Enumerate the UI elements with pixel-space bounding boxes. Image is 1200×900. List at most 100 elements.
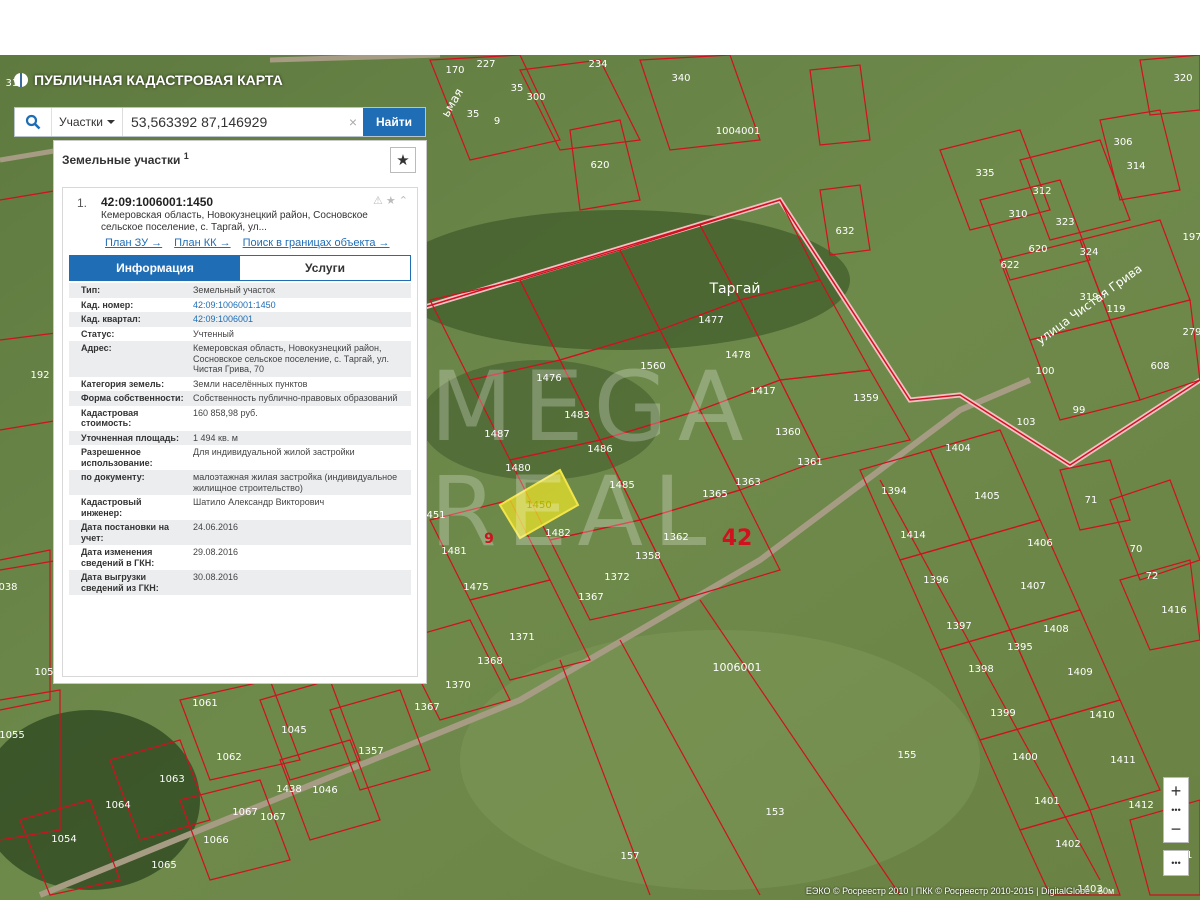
more-button[interactable]: ••• [1163, 850, 1189, 876]
parcel-label: 1405 [974, 491, 999, 502]
parcel-label: 1359 [853, 393, 878, 404]
attribute-row: по документу: малоэтажная жилая застройка… [69, 470, 411, 495]
search-input[interactable] [123, 108, 343, 136]
parcel-label: 9 [494, 116, 500, 127]
attribute-key: Дата постановки на учет: [69, 520, 189, 545]
map-attribution: ЕЭКО © Росреестр 2010 | ПКК © Росреестр … [805, 886, 1090, 896]
star-icon[interactable]: ★ [390, 147, 416, 173]
card-links: План ЗУ → План КК → Поиск в границах объ… [105, 237, 390, 249]
tab-services[interactable]: Услуги [240, 256, 410, 280]
parcel-label: 1063 [159, 774, 184, 785]
parcel-label: 608 [1150, 361, 1169, 372]
parcel-label: 1407 [1020, 581, 1045, 592]
search-icon[interactable] [15, 108, 52, 136]
parcel-label: 1487 [484, 429, 509, 440]
attribute-key: Категория земель: [81, 378, 165, 389]
zoom-out-button[interactable]: − [1164, 816, 1188, 842]
attribute-row: Кадастровая стоимость: 160 858,98 руб. [69, 406, 411, 431]
card-tool-icons[interactable]: ⚠★⌃ [373, 194, 411, 207]
parcel-label: 1485 [609, 480, 634, 491]
parcel-label: 1395 [1007, 642, 1032, 653]
parcel-label: 622 [1000, 260, 1019, 271]
panel-header: Земельные участки 1 ★ [54, 141, 426, 185]
parcel-address: Кемеровская область, Новокузнецкий район… [101, 210, 368, 233]
block-number: 42 [722, 526, 753, 551]
parcel-label: 632 [835, 226, 854, 237]
parcel-label: 35 [511, 83, 524, 94]
parcel-label: 1367 [414, 702, 439, 713]
parcel-label: 99 [1073, 405, 1086, 416]
parcel-label: 1409 [1067, 667, 1092, 678]
attribute-value: 24.06.2016 [189, 520, 411, 545]
attribute-key: Разрешенное использование: [81, 447, 153, 468]
attribute-row: Кад. номер: 42:09:1006001:1450 [69, 298, 411, 313]
parcel-label: 451 [426, 510, 445, 521]
attribute-value: Собственность публично-правовых образова… [189, 391, 411, 406]
parcel-label: 119 [1106, 304, 1125, 315]
app-title: ПУБЛИЧНАЯ КАДАСТРОВАЯ КАРТА [34, 72, 283, 88]
parcel-label: 1394 [881, 486, 906, 497]
attribute-row: Дата выгрузки сведений из ГКН: 30.08.2016 [69, 570, 411, 595]
parcel-label: 1482 [545, 528, 570, 539]
results-panel: Земельные участки 1 ★ 1. 42:09:1006001:1… [53, 140, 427, 684]
parcel-label: 620 [1028, 244, 1047, 255]
parcel-label: 155 [897, 750, 916, 761]
parcel-label: 340 [671, 73, 690, 84]
parcel-label: 157 [620, 851, 639, 862]
attribute-value[interactable]: 42:09:1006001 [189, 312, 411, 327]
parcel-label: 153 [765, 807, 784, 818]
parcel-label: 170 [445, 65, 464, 76]
attribute-row: Кадастровый инженер: Шатило Александр Вик… [69, 495, 411, 520]
cadastral-number[interactable]: 42:09:1006001:1450 [101, 195, 213, 209]
search-bar: Участки × Найти [14, 107, 426, 137]
parcel-label: 1477 [698, 315, 723, 326]
zoom-level-icon[interactable]: ••• [1164, 804, 1188, 816]
attributes-table: Тип: Земельный участок Кад. номер: 42:09:10… [69, 283, 411, 595]
app-header: ПУБЛИЧНАЯ КАДАСТРОВАЯ КАРТА [14, 72, 283, 88]
parcel-label: 1408 [1043, 624, 1068, 635]
parcel-label: 1402 [1055, 839, 1080, 850]
attribute-key: по документу: [69, 470, 189, 495]
find-button[interactable]: Найти [363, 108, 425, 136]
parcel-label: 1416 [1161, 605, 1186, 616]
parcel-label: 1370 [445, 680, 470, 691]
parcel-label: 038 [0, 582, 18, 593]
parcel-label: 1411 [1110, 755, 1135, 766]
attribute-key: Кад. номер: [81, 299, 134, 310]
parcel-label: 72 [1146, 571, 1159, 582]
plan-zu-link[interactable]: План ЗУ → [105, 237, 162, 249]
block-number-small: 9 [484, 531, 494, 547]
parcel-label: 1399 [990, 708, 1015, 719]
attribute-key: Кад. квартал: [69, 312, 189, 327]
forest-area [390, 210, 850, 350]
parcel-label: 312 [1032, 186, 1051, 197]
clear-icon[interactable]: × [343, 114, 363, 130]
parcel-label: 1475 [463, 582, 488, 593]
parcel-label: 227 [476, 59, 495, 70]
parcel-label: 1414 [900, 530, 925, 541]
zoom-control: + ••• − [1163, 777, 1189, 843]
parcel-label: 1064 [105, 800, 130, 811]
attribute-value: 30.08.2016 [189, 570, 411, 595]
plan-kk-link[interactable]: План КК → [174, 237, 230, 249]
zoom-in-button[interactable]: + [1164, 778, 1188, 804]
parcel-label: 1398 [968, 664, 993, 675]
parcel-label: 1062 [216, 752, 241, 763]
attribute-value[interactable]: 42:09:1006001:1450 [189, 298, 411, 313]
attribute-row: Статус: Учтенный [69, 327, 411, 342]
parcel-label: 1397 [946, 621, 971, 632]
parcel-label: 1045 [281, 725, 306, 736]
parcel-label: 100 [1035, 366, 1054, 377]
scale-bar: 50м [1098, 886, 1115, 896]
attribute-key: Кадастровый инженер: [81, 497, 142, 518]
search-type-select[interactable]: Участки [52, 108, 123, 136]
parcel-label: 310 [1008, 209, 1027, 220]
parcel-label: 1066 [203, 835, 228, 846]
search-in-bounds-link[interactable]: Поиск в границах объекта → [243, 237, 390, 249]
attribute-row: Дата изменения сведений в ГКН: 29.08.2016 [69, 545, 411, 570]
parcel-label: 1367 [578, 592, 603, 603]
attribute-row: Адрес: Кемеровская область, Новокузнецкий… [69, 341, 411, 377]
parcel-label: 192 [30, 370, 49, 381]
attribute-row: Категория земель: Земли населённых пункто… [69, 377, 411, 392]
tab-information[interactable]: Информация [70, 256, 240, 280]
